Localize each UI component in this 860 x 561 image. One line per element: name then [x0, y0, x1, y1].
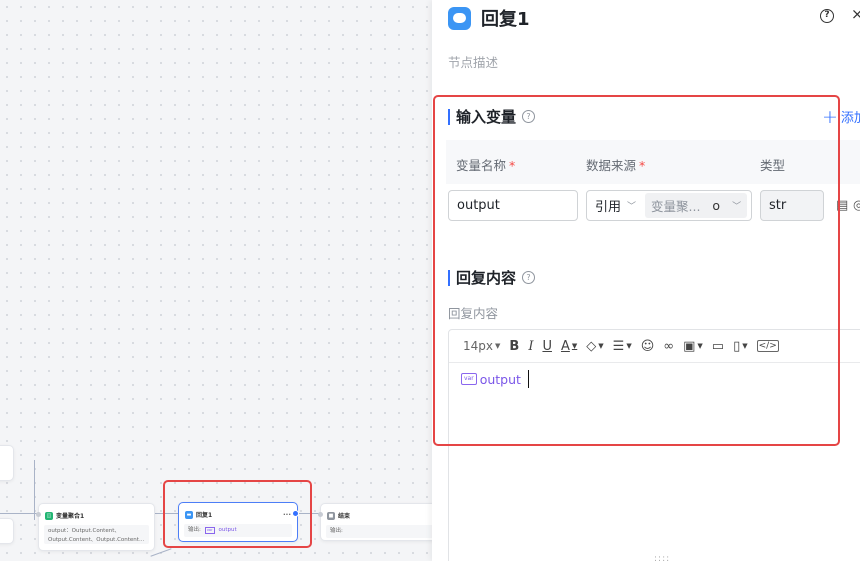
settings-icon[interactable]: ◎: [853, 198, 860, 213]
help-icon[interactable]: ?: [820, 9, 834, 23]
edge-vertical: [34, 460, 35, 520]
node-partial-left[interactable]: [0, 445, 14, 481]
description-input[interactable]: 节点描述: [448, 52, 498, 71]
resize-handle[interactable]: ::::: [654, 554, 670, 561]
node-config-panel: 回复1 ? × 节点描述 输入变量 ? + 添加 变量名称* 数据来源* 类型 …: [432, 0, 860, 561]
panel-title[interactable]: 回复1: [481, 5, 530, 31]
panel-header: 回复1: [448, 5, 530, 31]
workflow-canvas[interactable]: ◫ 变量聚合1 output：Output.Content、Output.Con…: [0, 0, 432, 561]
input-handle[interactable]: [36, 512, 41, 517]
edge-bottom: [150, 548, 172, 557]
node-title: 变量聚合1: [56, 513, 85, 520]
end-icon: ■: [327, 511, 335, 520]
node-title: 结束: [338, 513, 351, 520]
node-variable-aggregate[interactable]: ◫ 变量聚合1 output：Output.Content、Output.Con…: [36, 503, 155, 551]
node-header: ◫ 变量聚合1: [39, 504, 154, 523]
reply-node-icon: [448, 6, 471, 30]
input-handle[interactable]: [318, 512, 323, 517]
node-end[interactable]: ■ 结束 输出:: [318, 503, 432, 541]
edge-left-stub-2: [0, 513, 38, 514]
aggregate-icon: ◫: [45, 511, 53, 520]
highlight-reply-node: [163, 480, 312, 548]
close-icon[interactable]: ×: [851, 5, 860, 23]
node-output-summary: output：Output.Content、Output.Content、Out…: [44, 525, 149, 544]
node-partial-left-2[interactable]: [0, 518, 14, 544]
node-output-row: 输出:: [326, 525, 432, 538]
highlight-config-area: [433, 95, 840, 446]
node-header: ■ 结束: [321, 504, 432, 523]
add-label: 添加: [840, 111, 860, 126]
